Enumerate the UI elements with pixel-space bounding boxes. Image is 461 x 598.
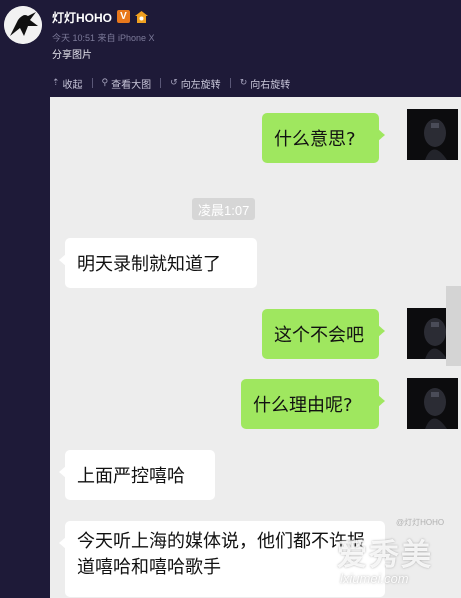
scroll-handle[interactable] <box>446 286 461 366</box>
avatar[interactable] <box>4 6 42 44</box>
image-toolbar: ⇡ 收起 ⚲ 查看大图 ↺ 向左旋转 ↻ 向右旋转 <box>50 74 292 92</box>
weibo-watermark: @灯灯HOHO <box>396 518 445 527</box>
chat-message-me: 什么理由呢? <box>241 379 385 429</box>
chat-avatar-me <box>407 109 458 160</box>
chat-message-them: 上面严控嘻哈 <box>59 450 215 500</box>
view-large-label: 查看大图 <box>111 79 152 91</box>
time-divider: 凌晨1:07 <box>192 198 256 220</box>
member-badge-icon <box>134 9 149 23</box>
chat-message-me: 什么意思? <box>262 113 385 163</box>
chat-message-me: 这个不会吧 <box>262 309 385 359</box>
rotate-left-label: 向左旋转 <box>180 79 221 91</box>
collapse-button[interactable]: ⇡ 收起 <box>50 76 85 91</box>
rotate-left-button[interactable]: ↺ 向左旋转 <box>168 76 223 91</box>
chat-avatar-me <box>407 378 458 429</box>
post-text: 分享图片 <box>52 50 92 61</box>
toolbar-divider <box>91 78 93 88</box>
username[interactable]: 灯灯HOHO <box>52 9 112 26</box>
verified-badge-icon: V <box>117 10 130 23</box>
toolbar-divider <box>229 78 231 88</box>
rotate-right-button[interactable]: ↻ 向右旋转 <box>238 76 293 91</box>
toolbar-divider <box>160 78 162 88</box>
post-header: 灯灯HOHO V 今天 10:51 来自 iPhone X 分享图片 <box>0 0 461 68</box>
zoom-icon: ⚲ <box>101 78 109 88</box>
rotate-right-label: 向右旋转 <box>250 79 291 91</box>
post-meta: 今天 10:51 来自 iPhone X <box>52 33 155 43</box>
view-large-button[interactable]: ⚲ 查看大图 <box>100 76 154 91</box>
rotate-left-icon: ↺ <box>170 78 178 88</box>
rotate-right-icon: ↻ <box>239 78 248 88</box>
collapse-icon: ⇡ <box>52 78 60 88</box>
chat-message-them: 明天录制就知道了 <box>59 238 257 288</box>
site-watermark-url: lxiumei.com <box>340 571 409 586</box>
site-watermark: 爱秀美 <box>337 538 433 573</box>
collapse-label: 收起 <box>62 79 83 91</box>
